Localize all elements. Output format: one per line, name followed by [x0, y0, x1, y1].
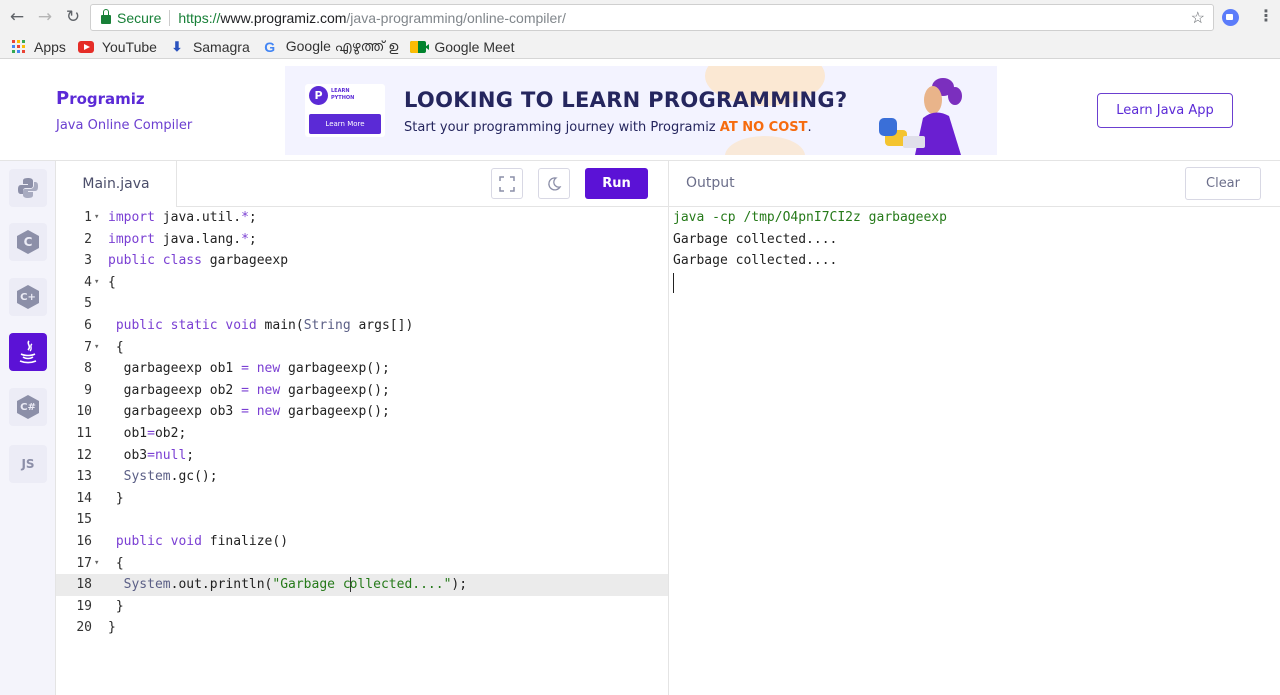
- moon-icon: [548, 176, 562, 191]
- browser-menu-icon[interactable]: ⋮: [1258, 6, 1274, 25]
- fold-arrow-icon: ▾: [94, 276, 100, 287]
- clear-button[interactable]: Clear: [1185, 167, 1261, 200]
- code-line: 17 ▾ {: [56, 553, 668, 575]
- code-line: 15: [76, 512, 92, 528]
- bookmark-apps[interactable]: Apps: [10, 39, 66, 55]
- reload-icon[interactable]: ↻: [62, 6, 84, 28]
- code-line: 7 ▾ {: [56, 337, 668, 359]
- run-button[interactable]: Run: [585, 168, 648, 199]
- sidebar-item-cpp[interactable]: C+: [9, 278, 47, 316]
- editor-pane: Main.java Run 1 ▾ import java.util.*; 2 imp…: [56, 161, 668, 695]
- code-line: 8 garbageexp ob1 = new garbageexp();: [84, 361, 390, 377]
- code-line: 13 System.gc();: [76, 469, 218, 485]
- js-icon: JS: [21, 457, 35, 471]
- lock-icon: [101, 9, 111, 24]
- bookmarks-bar: Apps YouTube ⬇ Samagra G Google എഴുത്ത് …: [0, 35, 1280, 59]
- dark-mode-button[interactable]: [538, 168, 570, 199]
- console-cursor: [673, 272, 674, 293]
- banner-title: LOOKING TO LEARN PROGRAMMING?: [404, 88, 848, 112]
- page-subtitle: Java Online Compiler: [56, 118, 193, 133]
- output-command-line: java -cp /tmp/O4pnI7CI2z garbageexp: [673, 210, 947, 225]
- output-title: Output: [686, 175, 735, 191]
- code-line: 2 import java.lang.*;: [84, 231, 257, 247]
- youtube-icon: [77, 40, 94, 54]
- csharp-icon: C#: [17, 395, 39, 419]
- bookmark-google[interactable]: G Google എഴുത്ത് ഉ: [262, 38, 399, 55]
- apps-grid-icon: [10, 40, 26, 54]
- code-line: 4 ▾{: [56, 272, 668, 294]
- language-sidebar: C C+ C# JS: [0, 161, 56, 695]
- url-path: /java-programming/online-compiler/: [346, 9, 566, 26]
- sidebar-item-java[interactable]: [9, 333, 47, 371]
- output-header: Output Clear: [669, 161, 1280, 207]
- learn-java-app-button[interactable]: Learn Java App: [1097, 93, 1233, 128]
- python-icon: [18, 178, 38, 198]
- bookmark-label: YouTube: [101, 38, 157, 55]
- sidebar-item-c[interactable]: C: [9, 223, 47, 261]
- url-scheme: https://: [178, 9, 221, 26]
- google-icon: G: [264, 38, 276, 55]
- forward-arrow-icon[interactable]: →: [34, 6, 56, 28]
- code-line: 11 ob1=ob2;: [76, 425, 187, 441]
- output-pane: Output Clear java -cp /tmp/O4pnI7CI2z ga…: [668, 161, 1280, 695]
- code-line: 9 garbageexp ob2 = new garbageexp();: [84, 382, 390, 398]
- code-line: 10 garbageexp ob3 = new garbageexp();: [76, 404, 390, 420]
- editor-tabbar: Main.java Run: [56, 161, 668, 207]
- file-tab-main-java[interactable]: Main.java: [56, 161, 177, 207]
- bookmark-samagra[interactable]: ⬇ Samagra: [169, 38, 250, 55]
- bookmark-label: Google എഴുത്ത് ഉ: [285, 38, 399, 54]
- output-line: Garbage collected....: [673, 253, 838, 269]
- code-line: 5: [84, 296, 92, 312]
- output-console[interactable]: java -cp /tmp/O4pnI7CI2z garbageexp Garb…: [673, 207, 947, 293]
- code-editor[interactable]: 1 ▾ import java.util.*; 2 import java.lang.…: [56, 207, 668, 695]
- banner-learn-more-button[interactable]: Learn More: [309, 114, 381, 134]
- code-line: 12 ob3=null;: [76, 447, 195, 463]
- address-separator: [169, 9, 171, 26]
- sidebar-item-csharp[interactable]: C#: [9, 388, 47, 426]
- code-line: 1 ▾ import java.util.*;: [56, 207, 668, 229]
- address-bar[interactable]: Secure https://www.programiz.com/java-pr…: [90, 4, 1214, 31]
- bookmark-label: Samagra: [192, 38, 250, 55]
- fold-arrow-icon: ▾: [94, 341, 100, 352]
- extension-icon[interactable]: [1222, 9, 1239, 26]
- fullscreen-icon: [499, 175, 515, 192]
- ad-banner[interactable]: P LEARN PYTHON Learn More LOOKING TO LEA…: [285, 66, 997, 155]
- code-line: 20}: [76, 620, 116, 636]
- secure-label: Secure: [117, 9, 162, 26]
- java-icon: [19, 340, 37, 364]
- cpp-icon: C+: [17, 285, 39, 309]
- programiz-logo[interactable]: Programiz: [56, 88, 145, 109]
- banner-book-tag: LEARN PYTHON: [331, 88, 355, 101]
- back-arrow-icon[interactable]: ←: [6, 6, 28, 28]
- banner-book-graphic: P LEARN PYTHON Learn More: [305, 84, 385, 137]
- bookmark-star-icon[interactable]: ☆: [1191, 8, 1205, 28]
- banner-subtitle: Start your programming journey with Prog…: [404, 120, 812, 135]
- code-line: 3 public class garbageexp: [84, 253, 289, 269]
- code-line: 6 public static void main(String args[]): [84, 317, 414, 333]
- fold-arrow-icon: ▾: [94, 212, 100, 222]
- fold-arrow-icon: ▾: [94, 557, 100, 568]
- c-icon: C: [17, 230, 39, 254]
- bookmark-label: Apps: [34, 38, 66, 55]
- url-host: www.programiz.com: [220, 9, 347, 26]
- site-header: Programiz Java Online Compiler P LEARN P…: [0, 60, 1280, 161]
- output-line: Garbage collected....: [673, 231, 838, 247]
- sidebar-item-python[interactable]: [9, 169, 47, 207]
- code-line: 14 }: [76, 490, 124, 506]
- bookmark-google-meet[interactable]: Google Meet: [410, 39, 514, 55]
- sidebar-item-javascript[interactable]: JS: [9, 445, 47, 483]
- bookmark-label: Google Meet: [434, 38, 515, 55]
- code-line: 16 public void finalize(): [76, 533, 289, 549]
- banner-book-logo: P: [309, 86, 328, 105]
- code-line: 19 }: [76, 598, 124, 614]
- banner-person-illustration: [879, 78, 962, 155]
- code-line-active: 18 System.out.println("Garbage collected…: [56, 574, 668, 596]
- samagra-icon: ⬇: [171, 38, 183, 54]
- fullscreen-button[interactable]: [491, 168, 523, 199]
- bookmark-youtube[interactable]: YouTube: [77, 38, 157, 55]
- google-meet-icon: [410, 40, 430, 54]
- browser-toolbar: ← → ↻ Secure https://www.programiz.com/j…: [0, 0, 1280, 35]
